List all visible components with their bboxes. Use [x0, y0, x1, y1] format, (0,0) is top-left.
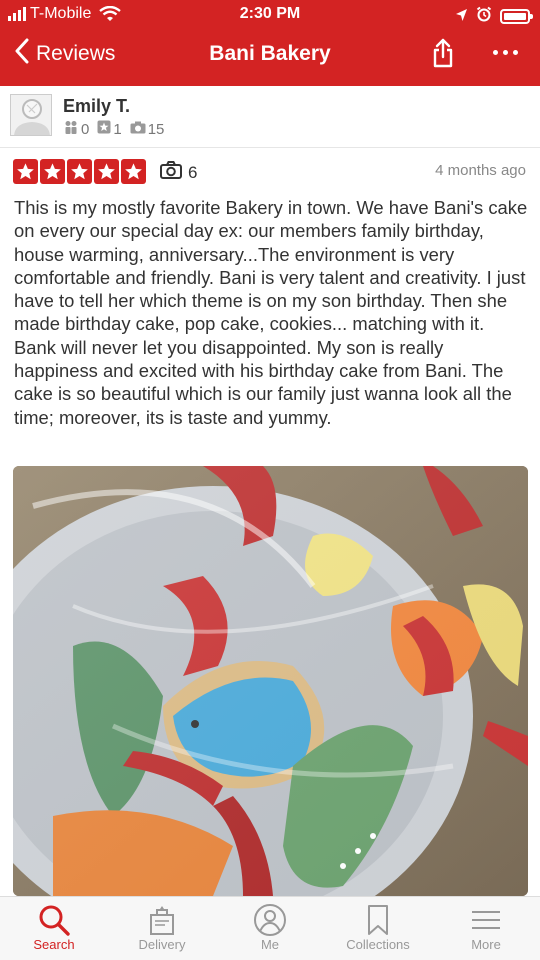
star-icon — [13, 159, 38, 184]
search-icon — [37, 903, 71, 937]
star-icon — [67, 159, 92, 184]
status-right — [455, 6, 533, 27]
review-star-icon — [97, 120, 111, 138]
tab-label: More — [471, 937, 501, 952]
status-bar: T-Mobile 2:30 PM — [0, 0, 540, 30]
friends-stat: 0 — [63, 120, 89, 138]
reviews-stat: 1 — [97, 120, 122, 138]
avatar[interactable] — [10, 94, 52, 136]
review-text: This is my mostly favorite Bakery in tow… — [14, 197, 528, 428]
photo-count-label: 6 — [188, 162, 198, 182]
tab-delivery[interactable]: Delivery — [108, 897, 216, 960]
star-rating — [13, 159, 146, 184]
tab-more[interactable]: More — [432, 897, 540, 960]
star-icon — [40, 159, 65, 184]
reviewer-name[interactable]: Emily T. — [63, 96, 130, 117]
review-photo-count[interactable]: 6 — [160, 161, 197, 184]
star-icon — [94, 159, 119, 184]
review-date: 4 months ago — [435, 162, 526, 179]
tab-label: Me — [260, 937, 280, 952]
tab-label: Delivery — [138, 937, 186, 952]
reviewer-header[interactable]: Emily T. 0 1 15 — [0, 86, 540, 148]
more-options-button[interactable] — [493, 50, 518, 55]
delivery-bag-icon — [145, 903, 179, 937]
reviews-count: 1 — [113, 120, 122, 138]
photos-count: 15 — [147, 120, 165, 138]
tab-search[interactable]: Search — [0, 897, 108, 960]
star-icon — [121, 159, 146, 184]
menu-lines-icon — [469, 903, 503, 937]
camera-icon — [160, 161, 182, 184]
bookmark-icon — [361, 903, 395, 937]
default-avatar-icon — [14, 99, 50, 135]
share-icon — [432, 38, 454, 72]
photos-stat: 15 — [130, 120, 165, 138]
tab-label: Collections — [346, 937, 410, 952]
battery-icon — [500, 9, 533, 24]
tab-label: Search — [33, 937, 75, 952]
screen: T-Mobile 2:30 PM Reviews Bani Bakery Emi… — [0, 0, 540, 960]
dot-icon — [493, 50, 498, 55]
location-arrow-icon — [455, 7, 468, 27]
profile-icon — [253, 903, 287, 937]
cookies-photo-illustration — [13, 466, 528, 896]
tab-collections[interactable]: Collections — [324, 897, 432, 960]
review-photo[interactable] — [13, 466, 528, 896]
camera-icon — [130, 121, 146, 138]
alarm-icon — [476, 6, 492, 27]
share-button[interactable] — [432, 38, 454, 73]
dot-icon — [513, 50, 518, 55]
reviewer-stats: 0 1 15 — [63, 120, 168, 138]
page-title: Bani Bakery — [209, 42, 331, 65]
friends-count: 0 — [81, 120, 90, 138]
rating-row: 6 4 months ago — [0, 156, 540, 186]
dot-icon — [503, 50, 508, 55]
tab-me[interactable]: Me — [216, 897, 324, 960]
tab-bar: Search Delivery Me Collections More — [0, 896, 540, 960]
friends-icon — [63, 120, 79, 138]
header: T-Mobile 2:30 PM Reviews Bani Bakery — [0, 0, 540, 86]
nav-bar: Reviews Bani Bakery — [0, 30, 540, 86]
